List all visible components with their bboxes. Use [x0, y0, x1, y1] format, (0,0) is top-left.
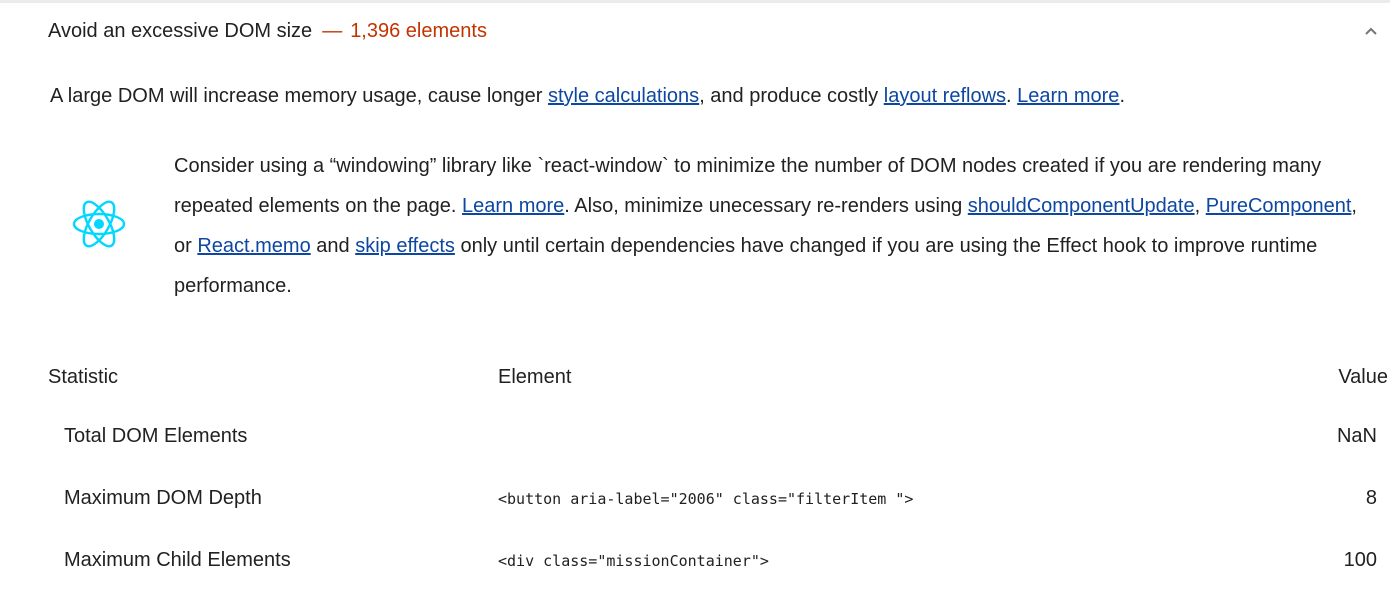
stack-text: and: [310, 235, 356, 257]
description-text: .: [1006, 85, 1018, 107]
react-memo-link[interactable]: React.memo: [197, 235, 310, 257]
table-header: Statistic Element Value: [0, 362, 1390, 394]
description-text: , and produce costly: [699, 85, 884, 107]
audit-header[interactable]: Avoid an excessive DOM size — 1,396 elem…: [48, 16, 1390, 46]
statistic-cell: Total DOM Elements: [64, 425, 248, 447]
stack-text: ,: [1194, 195, 1206, 217]
should-component-update-link[interactable]: shouldComponentUpdate: [968, 195, 1195, 217]
skip-effects-link[interactable]: skip effects: [355, 235, 455, 257]
column-header-value: Value: [1338, 366, 1388, 388]
element-cell[interactable]: <div class="missionContainer">: [498, 552, 769, 570]
value-cell: 100: [1343, 549, 1377, 571]
element-cell[interactable]: <button aria-label="2006" class="filterI…: [498, 490, 913, 508]
audit-description: A large DOM will increase memory usage, …: [50, 80, 1390, 112]
learn-more-link[interactable]: Learn more: [1017, 85, 1119, 107]
style-calculations-link[interactable]: style calculations: [548, 85, 699, 107]
layout-reflows-link[interactable]: layout reflows: [884, 85, 1006, 107]
react-learn-more-link[interactable]: Learn more: [462, 195, 564, 217]
top-divider: [0, 0, 1390, 3]
column-header-element: Element: [498, 366, 572, 388]
audit-title: Avoid an excessive DOM size: [48, 19, 313, 42]
table-row: Total DOM Elements NaN: [0, 412, 1390, 462]
statistic-cell: Maximum DOM Depth: [64, 487, 262, 509]
audit-separator: —: [322, 19, 343, 42]
table-row: Maximum DOM Depth <button aria-label="20…: [0, 474, 1390, 524]
value-cell: 8: [1365, 487, 1377, 509]
value-cell: NaN: [1336, 425, 1377, 447]
react-icon: [72, 197, 126, 251]
chevron-up-icon[interactable]: [1362, 22, 1380, 40]
stack-pack-text: Consider using a “windowing” library lik…: [174, 146, 1374, 306]
column-header-statistic: Statistic: [48, 366, 119, 388]
stack-text: . Also, minimize unecessary re-renders u…: [564, 195, 968, 217]
statistic-cell: Maximum Child Elements: [64, 549, 291, 571]
stack-pack-react: Consider using a “windowing” library lik…: [0, 146, 1390, 306]
table-row: Maximum Child Elements <div class="missi…: [0, 536, 1390, 586]
pure-component-link[interactable]: PureComponent: [1206, 195, 1352, 217]
description-text: A large DOM will increase memory usage, …: [50, 85, 548, 107]
description-text: .: [1119, 85, 1125, 107]
audit-display-value: 1,396 elements: [350, 19, 487, 42]
